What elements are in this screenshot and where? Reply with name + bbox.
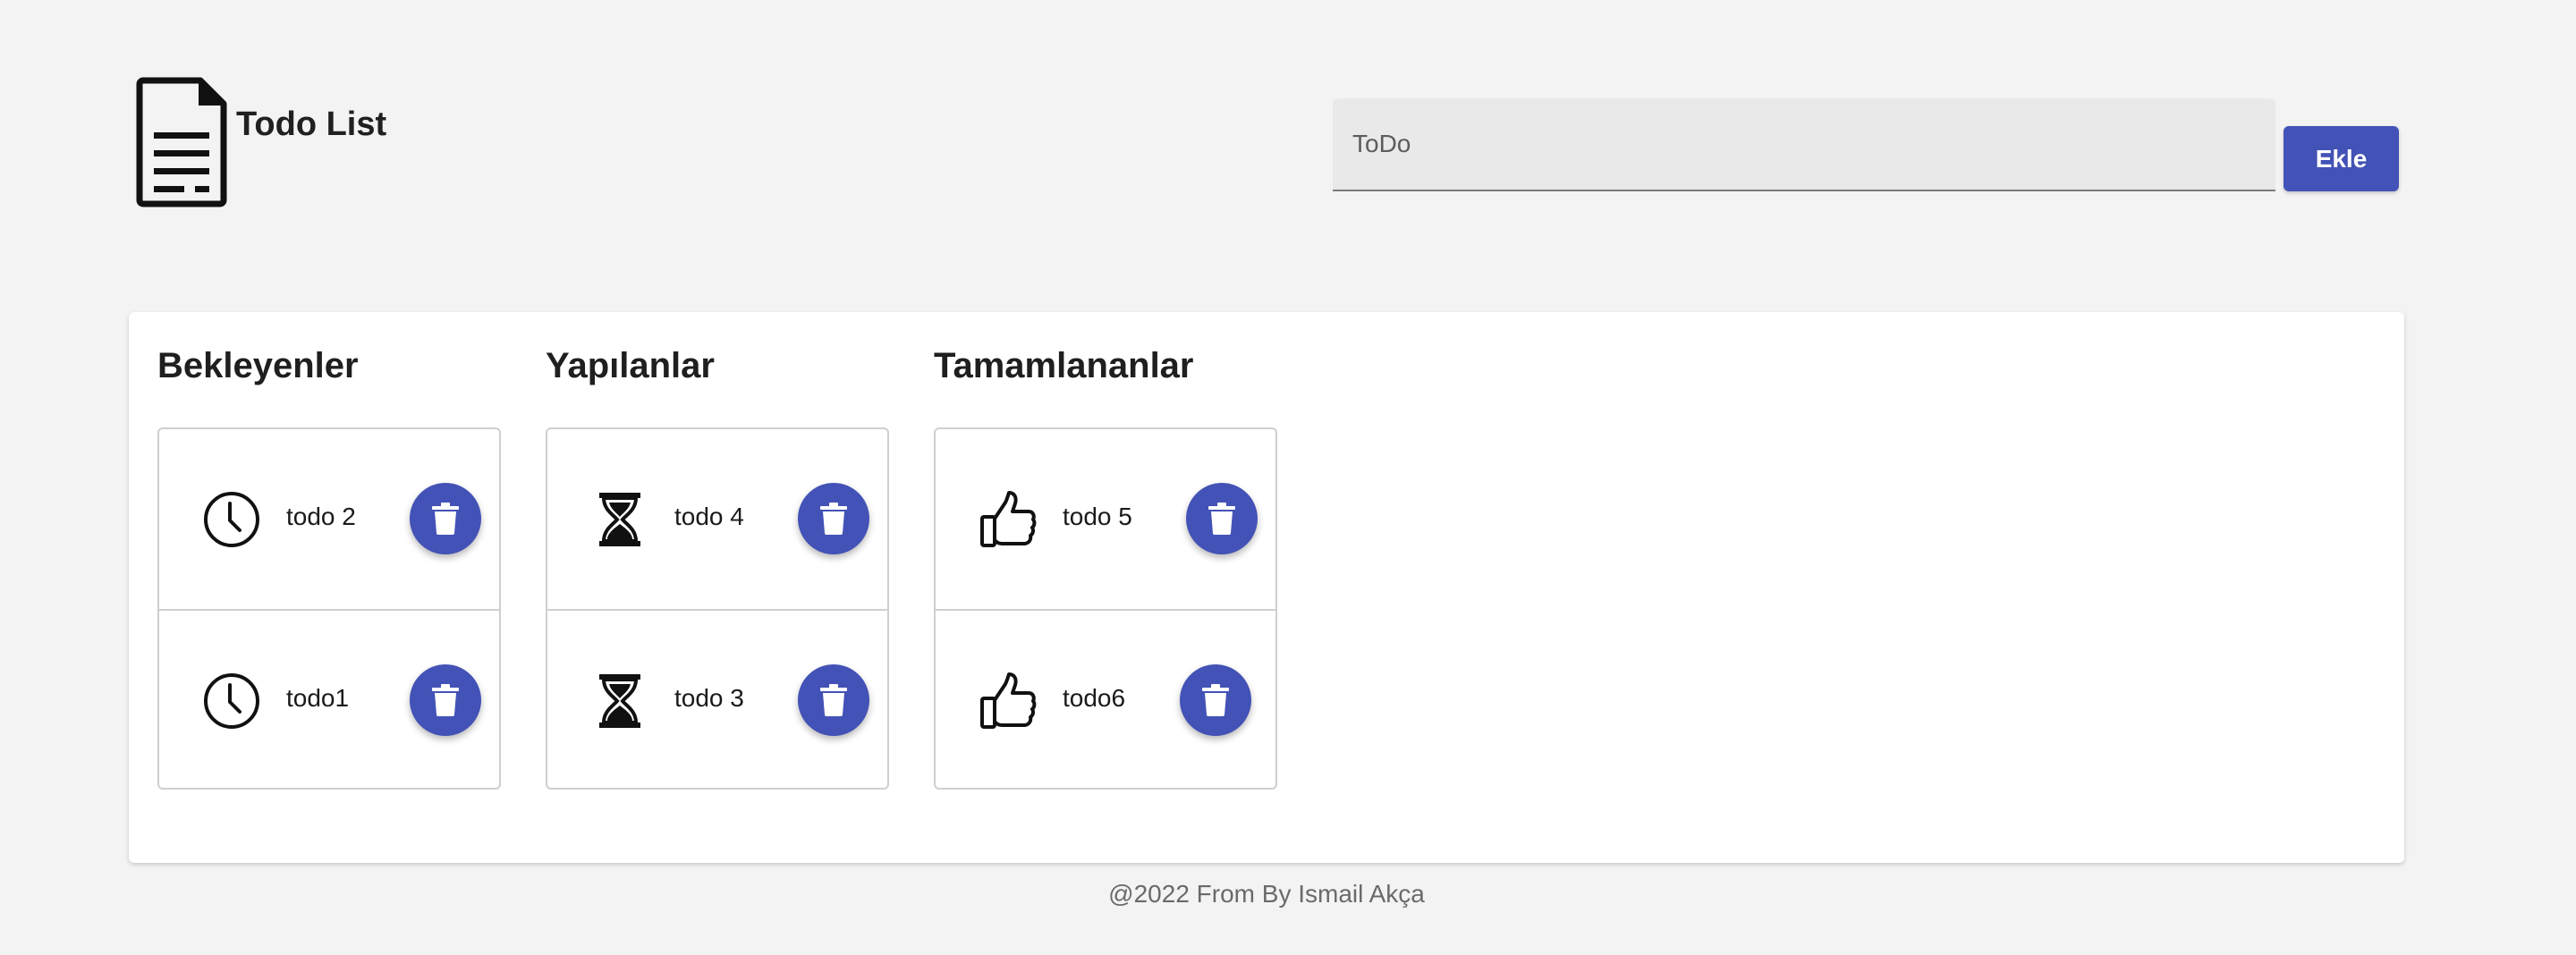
hourglass-icon: [599, 674, 640, 728]
hourglass-icon: [599, 493, 640, 546]
brand: Todo List: [136, 77, 386, 207]
trash-icon: [1202, 684, 1229, 716]
app-title: Todo List: [236, 106, 387, 143]
thumbs-up-icon: [980, 491, 1037, 547]
trash-icon: [820, 684, 847, 716]
todo-list: todo 5 todo6: [934, 427, 1277, 790]
delete-button[interactable]: [410, 483, 481, 554]
todo-label: todo 2: [286, 503, 356, 530]
todo-item: todo1: [159, 609, 499, 789]
trash-icon: [820, 503, 847, 535]
clock-icon: [204, 673, 259, 729]
delete-button[interactable]: [1180, 664, 1251, 736]
trash-icon: [1208, 503, 1235, 535]
todo-label: todo6: [1063, 684, 1126, 712]
add-button[interactable]: Ekle: [2284, 126, 2399, 191]
delete-button[interactable]: [798, 664, 869, 736]
todo-item: todo 3: [547, 609, 887, 789]
footer-text: @2022 From By Ismail Akça: [1108, 880, 1425, 908]
todo-label: todo 4: [674, 503, 744, 530]
todo-field: [1333, 98, 2275, 191]
document-icon: [136, 77, 227, 207]
column-title: Yapılanlar: [546, 346, 715, 385]
column-title: Bekleyenler: [157, 346, 359, 385]
todo-item: todo 5: [936, 429, 1275, 609]
page: Todo List Ekle Bekleyenler todo 2: [0, 0, 2576, 955]
todo-label: todo 3: [674, 684, 744, 712]
todo-board: Bekleyenler todo 2 todo1 Yapılanlar todo…: [129, 312, 2404, 863]
delete-button[interactable]: [410, 664, 481, 736]
delete-button[interactable]: [1186, 483, 1258, 554]
todo-label: todo 5: [1063, 503, 1132, 530]
trash-icon: [432, 684, 459, 716]
trash-icon: [432, 503, 459, 535]
column-title: Tamamlananlar: [934, 346, 1194, 385]
todo-item: todo6: [936, 609, 1275, 789]
todo-item: todo 2: [159, 429, 499, 609]
todo-item: todo 4: [547, 429, 887, 609]
clock-icon: [204, 492, 259, 547]
todo-input[interactable]: [1333, 98, 2275, 190]
thumbs-up-icon: [980, 672, 1037, 729]
todo-list: todo 2 todo1: [157, 427, 501, 790]
todo-list: todo 4 todo 3: [546, 427, 889, 790]
delete-button[interactable]: [798, 483, 869, 554]
todo-label: todo1: [286, 684, 350, 712]
